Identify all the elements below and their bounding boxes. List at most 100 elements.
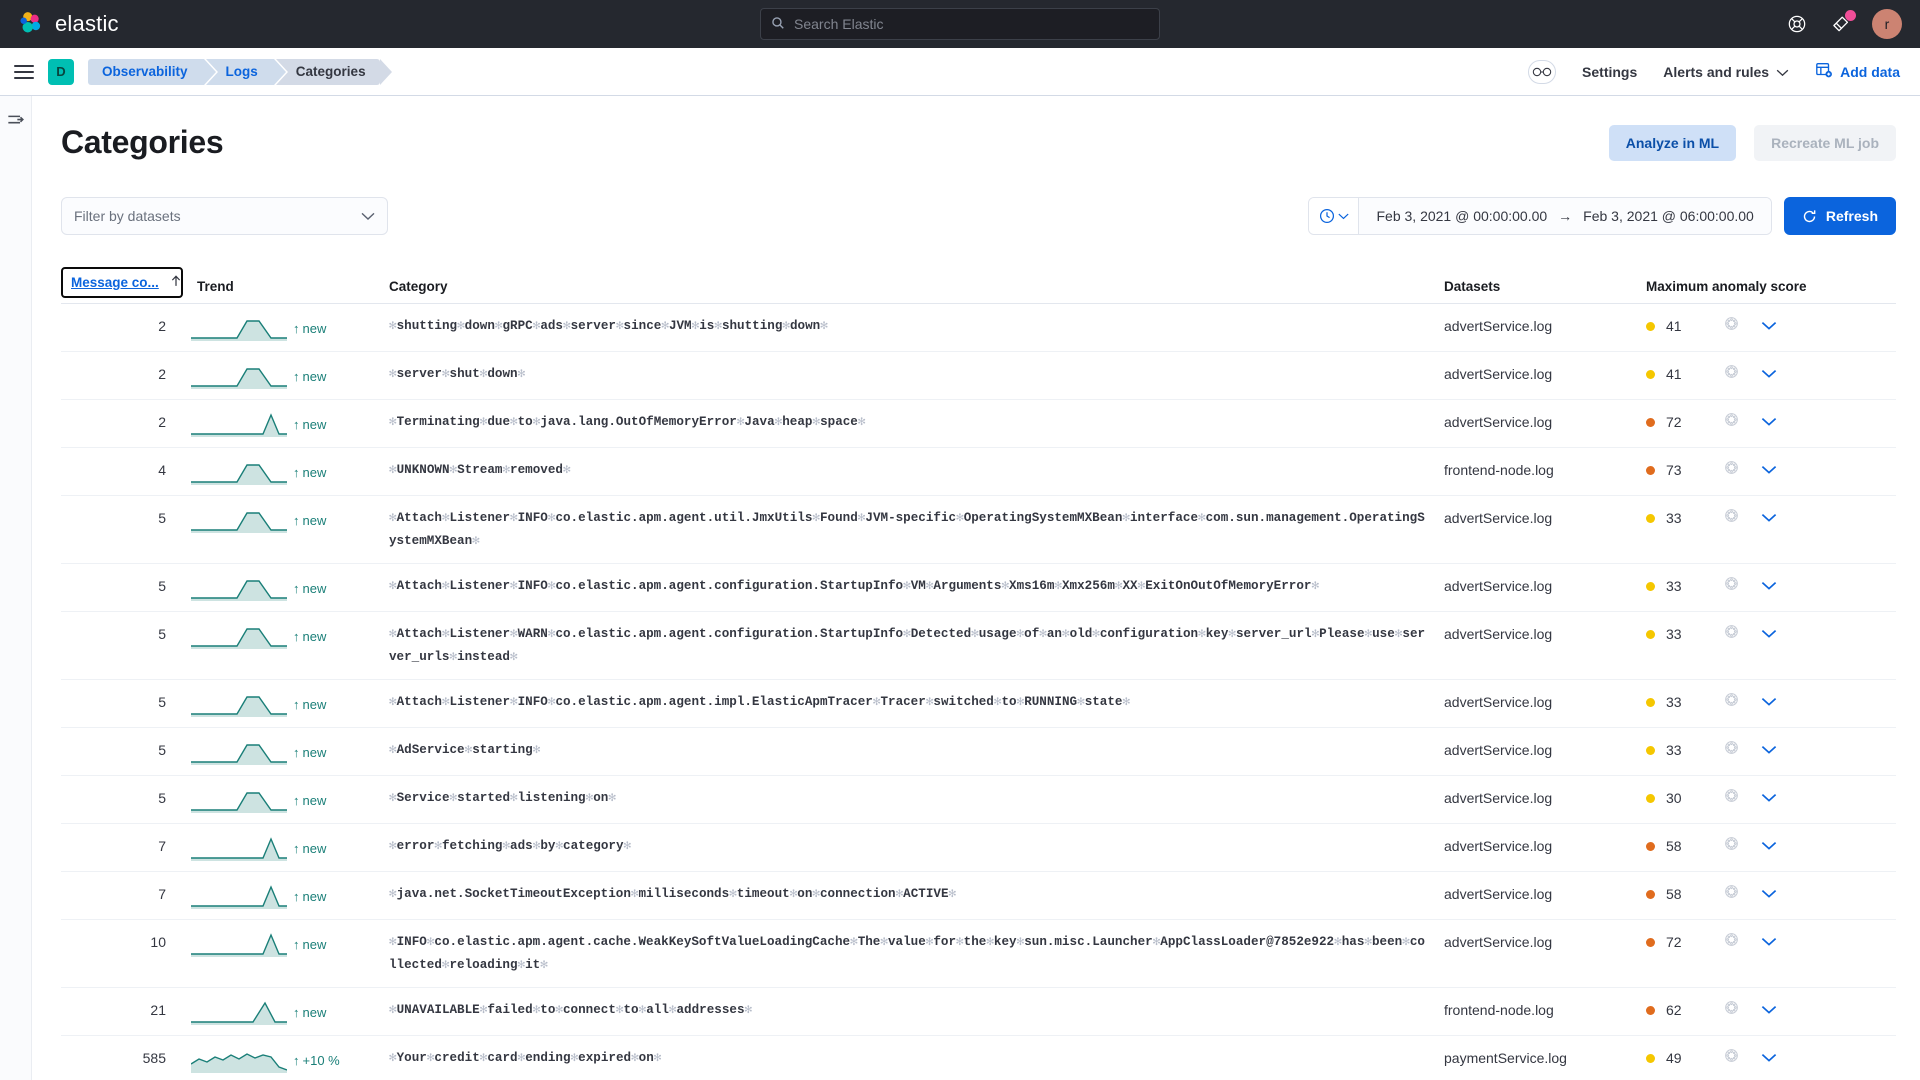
table-row[interactable]: 7 ↑ new ✻error✻fetching✻ads✻by✻category✻ adv… <box>61 824 1896 872</box>
avatar[interactable]: r <box>1872 9 1902 39</box>
ml-job-icon[interactable] <box>1724 787 1739 809</box>
table-row[interactable]: 2 ↑ new ✻server✻shut✻down✻ advertService.log… <box>61 352 1896 400</box>
column-header-message-count[interactable]: Message co... <box>61 267 183 298</box>
page-header-actions: Analyze in ML Recreate ML job <box>1608 124 1896 161</box>
ml-job-icon[interactable] <box>1724 1047 1739 1069</box>
ml-job-icon[interactable] <box>1724 363 1739 385</box>
ml-job-icon[interactable] <box>1724 315 1739 337</box>
expand-row-chevron-icon[interactable] <box>1761 999 1777 1021</box>
megaphone-icon[interactable] <box>1828 10 1856 37</box>
expand-row-chevron-icon[interactable] <box>1761 739 1777 761</box>
cell-message-count: 5 <box>158 742 166 758</box>
elastic-brand[interactable]: elastic <box>18 11 119 37</box>
expand-row-chevron-icon[interactable] <box>1761 411 1777 433</box>
menu-right-icon[interactable] <box>7 112 25 1080</box>
expand-row-chevron-icon[interactable] <box>1761 691 1777 713</box>
ml-job-icon[interactable] <box>1724 623 1739 645</box>
table-row[interactable]: 10 ↑ new ✻INFO✻co.elastic.apm.agent.cache.W… <box>61 920 1896 988</box>
cell-message-count: 5 <box>158 626 166 642</box>
date-range-display[interactable]: Feb 3, 2021 @ 00:00:00.00 → Feb 3, 2021 … <box>1359 198 1771 234</box>
ml-job-icon[interactable] <box>1724 691 1739 713</box>
analyze-in-ml-button[interactable]: Analyze in ML <box>1608 124 1737 161</box>
quick-select-button[interactable] <box>1309 198 1360 234</box>
anomaly-score-value: 41 <box>1666 318 1682 334</box>
cell-maximum-anomaly-score: 58 <box>1646 835 1896 857</box>
anomaly-score-value: 33 <box>1666 510 1682 526</box>
ml-job-icon[interactable] <box>1724 999 1739 1021</box>
cell-maximum-anomaly-score: 30 <box>1646 787 1896 809</box>
trend-label: ↑ new <box>293 936 327 952</box>
cell-datasets: advertService.log <box>1444 578 1553 594</box>
ml-job-icon[interactable] <box>1724 835 1739 857</box>
expand-row-chevron-icon[interactable] <box>1761 507 1777 529</box>
trend-sparkline <box>191 1001 287 1025</box>
search-input[interactable] <box>794 16 1149 32</box>
table-row[interactable]: 2 ↑ new ✻shutting✻down✻gRPC✻ads✻server✻sinc… <box>61 304 1896 352</box>
ml-job-icon[interactable] <box>1724 739 1739 761</box>
anomaly-score-value: 41 <box>1666 366 1682 382</box>
search-icon <box>771 16 785 33</box>
table-row[interactable]: 5 ↑ new ✻AdService✻starting✻ advertService.l… <box>61 728 1896 776</box>
settings-link[interactable]: Settings <box>1582 64 1637 80</box>
filter-by-datasets-select[interactable]: Filter by datasets <box>61 197 388 235</box>
ml-job-icon[interactable] <box>1724 575 1739 597</box>
table-row[interactable]: 2 ↑ new ✻Terminating✻due✻to✻java.lang.OutOf… <box>61 400 1896 448</box>
ml-job-icon[interactable] <box>1724 459 1739 481</box>
alerts-and-rules-menu[interactable]: Alerts and rules <box>1663 64 1789 80</box>
anomaly-severity-dot <box>1646 629 1655 639</box>
cell-message-count: 5 <box>158 510 166 526</box>
global-search[interactable] <box>760 8 1160 40</box>
expand-row-chevron-icon[interactable] <box>1761 1047 1777 1069</box>
table-row[interactable]: 5 ↑ new ✻Attach✻Listener✻INFO✻co.elastic.ap… <box>61 680 1896 728</box>
trend-label: ↑ new <box>293 744 327 760</box>
cell-trend: ↑ new <box>183 623 383 649</box>
table-row[interactable]: 4 ↑ new ✻UNKNOWN✻Stream✻removed✻ frontend-no… <box>61 448 1896 496</box>
trend-arrow-icon: ↑ <box>293 744 300 760</box>
date-end[interactable]: Feb 3, 2021 @ 06:00:00.00 <box>1583 208 1754 224</box>
refresh-icon <box>1803 209 1816 222</box>
expand-row-chevron-icon[interactable] <box>1761 623 1777 645</box>
add-data-label: Add data <box>1840 63 1900 80</box>
trend-arrow-icon: ↑ <box>293 628 300 644</box>
ml-job-icon[interactable] <box>1724 931 1739 953</box>
lifebuoy-icon[interactable] <box>1784 11 1810 37</box>
trend-label: ↑ new <box>293 792 327 808</box>
table-row[interactable]: 7 ↑ new ✻java.net.SocketTimeoutException✻mi… <box>61 872 1896 920</box>
space-avatar[interactable]: D <box>48 58 74 85</box>
date-arrow-icon: → <box>1558 208 1573 224</box>
trend-arrow-icon: ↑ <box>293 580 300 596</box>
expand-row-chevron-icon[interactable] <box>1761 575 1777 597</box>
table-row[interactable]: 21 ↑ new ✻UNAVAILABLE✻failed✻to✻connect✻to✻… <box>61 988 1896 1036</box>
trend-label: ↑ new <box>293 464 327 480</box>
cell-maximum-anomaly-score: 72 <box>1646 411 1896 433</box>
expand-row-chevron-icon[interactable] <box>1761 459 1777 481</box>
cell-message-count: 21 <box>150 1002 166 1018</box>
table-row[interactable]: 5 ↑ new ✻Attach✻Listener✻WARN✻co.elastic.ap… <box>61 612 1896 680</box>
table-header-row: Message co... Trend Category Datasets Ma… <box>61 267 1896 304</box>
table-row[interactable]: 5 ↑ new ✻Attach✻Listener✻INFO✻co.elastic.ap… <box>61 496 1896 564</box>
breadcrumb-item-observability[interactable]: Observability <box>88 58 218 85</box>
refresh-button[interactable]: Refresh <box>1783 197 1896 235</box>
anomaly-severity-dot <box>1646 889 1655 899</box>
ml-job-icon[interactable] <box>1724 411 1739 433</box>
expand-row-chevron-icon[interactable] <box>1761 363 1777 385</box>
column-header-maximum-anomaly-score: Maximum anomaly score <box>1646 279 1807 294</box>
cell-datasets: advertService.log <box>1444 318 1553 334</box>
trend-arrow-icon: ↑ <box>293 464 300 480</box>
expand-row-chevron-icon[interactable] <box>1761 883 1777 905</box>
table-row[interactable]: 5 ↑ new ✻Service✻started✻listening✻on✻ adver… <box>61 776 1896 824</box>
expand-row-chevron-icon[interactable] <box>1761 931 1777 953</box>
add-data-button[interactable]: Add data <box>1815 61 1900 82</box>
expand-row-chevron-icon[interactable] <box>1761 835 1777 857</box>
expand-row-chevron-icon[interactable] <box>1761 315 1777 337</box>
cell-category: ✻Attach✻Listener✻INFO✻co.elastic.apm.age… <box>389 511 1425 548</box>
notification-badge <box>1845 10 1856 21</box>
table-row[interactable]: 585 ↑ +10 % ✻Your✻credit✻card✻ending✻expire… <box>61 1036 1896 1080</box>
table-row[interactable]: 5 ↑ new ✻Attach✻Listener✻INFO✻co.elastic.ap… <box>61 564 1896 612</box>
hamburger-icon[interactable] <box>14 64 34 79</box>
date-start[interactable]: Feb 3, 2021 @ 00:00:00.00 <box>1376 208 1547 224</box>
ml-job-icon[interactable] <box>1724 883 1739 905</box>
expand-row-chevron-icon[interactable] <box>1761 787 1777 809</box>
ml-job-icon[interactable] <box>1724 507 1739 529</box>
glasses-icon[interactable] <box>1528 59 1557 84</box>
